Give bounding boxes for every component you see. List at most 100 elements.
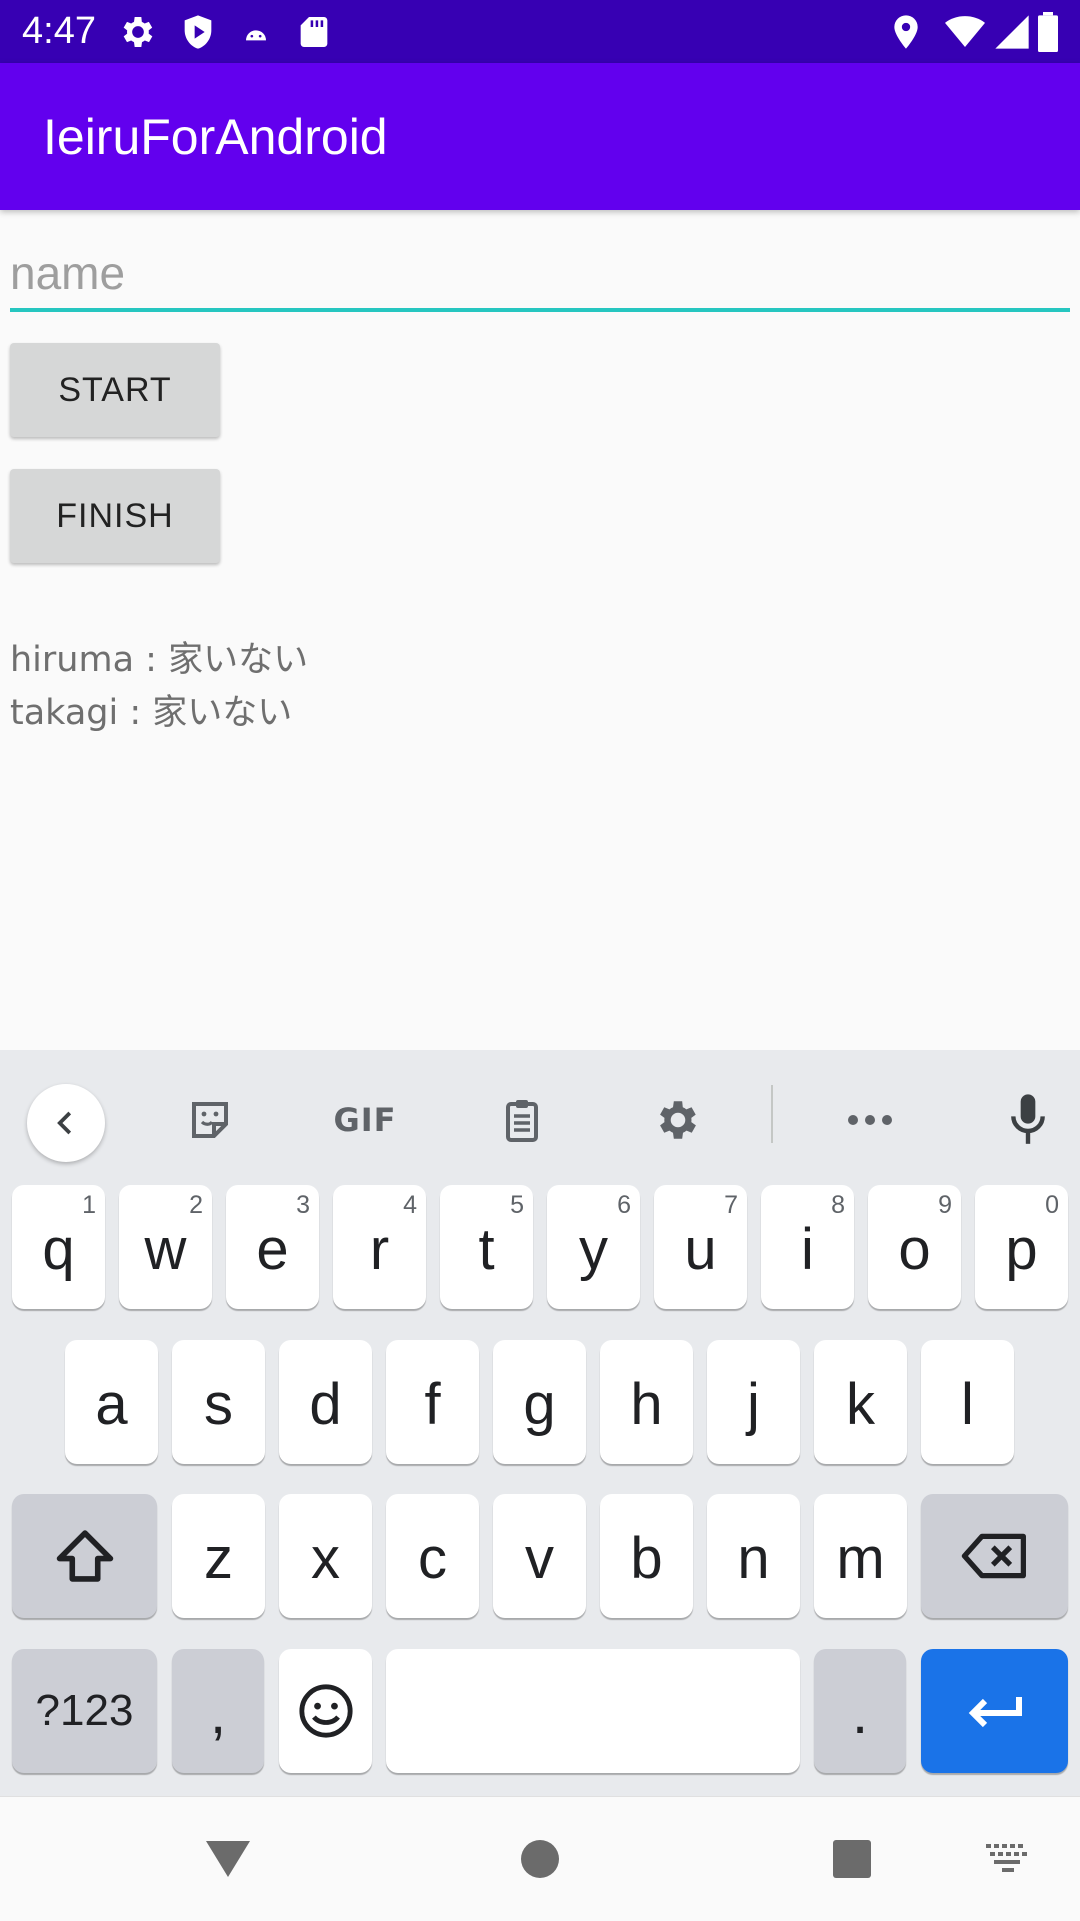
key-hint: 8 [831,1191,845,1219]
key-hint: 0 [1045,1191,1059,1219]
android-icon [236,12,276,52]
key-label: r [369,1216,390,1282]
key-label: y [579,1216,608,1282]
key-h[interactable]: h [600,1340,693,1464]
key-p[interactable]: p0 [975,1185,1068,1309]
start-button[interactable]: START [10,343,220,437]
comma-key[interactable]: , [172,1649,264,1773]
status-list: hiruma : 家いない takagi : 家いない [10,634,308,740]
comma-key-label: , [209,1680,227,1746]
key-z[interactable]: z [172,1494,265,1618]
battery-icon [1036,12,1076,53]
key-label: l [961,1371,974,1437]
sd-card-icon [294,12,334,52]
recents-square-icon[interactable] [830,1831,874,1887]
microphone-icon[interactable] [998,1090,1058,1150]
key-a[interactable]: a [65,1340,158,1464]
period-key-label: . [851,1680,869,1746]
key-i[interactable]: i8 [761,1185,854,1309]
key-q[interactable]: q1 [12,1185,105,1309]
clipboard-icon[interactable] [492,1090,552,1150]
key-label: o [898,1216,931,1282]
emoji-key[interactable] [279,1649,372,1773]
more-icon[interactable] [840,1090,900,1150]
key-j[interactable]: j [707,1340,800,1464]
key-hint: 9 [938,1191,952,1219]
key-w[interactable]: w2 [119,1185,212,1309]
key-d[interactable]: d [279,1340,372,1464]
key-label: g [523,1371,556,1437]
key-o[interactable]: o9 [868,1185,961,1309]
key-label: w [144,1216,187,1282]
status-line: hiruma : 家いない [10,640,309,680]
key-t[interactable]: t5 [440,1185,533,1309]
finish-button[interactable]: FINISH [10,469,220,563]
key-v[interactable]: v [493,1494,586,1618]
key-f[interactable]: f [386,1340,479,1464]
key-label: j [747,1371,760,1437]
key-y[interactable]: y6 [547,1185,640,1309]
app-bar: IeiruForAndroid [0,63,1080,210]
back-triangle-icon[interactable] [204,1831,252,1887]
key-hint: 1 [82,1191,96,1219]
keyboard-switch-icon[interactable] [984,1831,1032,1887]
key-label: b [630,1525,663,1591]
key-u[interactable]: u7 [654,1185,747,1309]
backspace-key[interactable] [921,1494,1068,1618]
key-hint: 7 [724,1191,738,1219]
key-c[interactable]: c [386,1494,479,1618]
key-hint: 5 [510,1191,524,1219]
enter-key[interactable] [921,1649,1068,1773]
key-l[interactable]: l [921,1340,1014,1464]
name-input[interactable] [10,238,1070,312]
wifi-icon [944,12,985,52]
key-label: u [684,1216,717,1282]
key-label: m [836,1525,885,1591]
app-title: IeiruForAndroid [43,109,388,165]
space-key[interactable] [386,1649,800,1773]
key-m[interactable]: m [814,1494,907,1618]
signal-icon [992,12,1032,52]
key-label: t [478,1216,495,1282]
home-circle-icon[interactable] [518,1831,562,1887]
shield-icon [178,12,218,52]
keyboard-toolbar: GIF [0,1050,1080,1170]
status-bar: 4:47 [0,0,1080,63]
key-g[interactable]: g [493,1340,586,1464]
key-k[interactable]: k [814,1340,907,1464]
soft-keyboard: GIF q1w2e3r4t5y6u7i8o9p0 asdfghjkl zxcvb… [0,1050,1080,1796]
key-label: x [311,1525,340,1591]
shift-key[interactable] [12,1494,157,1618]
key-label: q [42,1216,75,1282]
key-hint: 2 [189,1191,203,1219]
key-s[interactable]: s [172,1340,265,1464]
key-label: e [256,1216,289,1282]
key-label: i [801,1216,814,1282]
status-line: takagi : 家いない [10,693,293,733]
key-x[interactable]: x [279,1494,372,1618]
settings-icon [118,12,158,52]
symbols-key[interactable]: ?123 [12,1649,157,1773]
key-label: s [204,1371,233,1437]
key-label: k [846,1371,875,1437]
key-e[interactable]: e3 [226,1185,319,1309]
period-key[interactable]: . [814,1649,906,1773]
back-arrow-icon[interactable] [27,1084,105,1162]
key-hint: 3 [296,1191,310,1219]
settings-icon[interactable] [648,1090,708,1150]
toolbar-divider [771,1085,773,1143]
key-label: c [418,1525,447,1591]
key-label: n [737,1525,770,1591]
key-hint: 4 [403,1191,417,1219]
sticker-icon[interactable] [180,1090,240,1150]
key-n[interactable]: n [707,1494,800,1618]
navigation-bar [0,1796,1080,1921]
key-label: f [424,1371,441,1437]
key-r[interactable]: r4 [333,1185,426,1309]
key-label: v [525,1525,554,1591]
gif-icon[interactable]: GIF [330,1090,400,1150]
location-icon [886,12,926,52]
key-b[interactable]: b [600,1494,693,1618]
key-label: z [204,1525,233,1591]
key-label: a [95,1371,128,1437]
